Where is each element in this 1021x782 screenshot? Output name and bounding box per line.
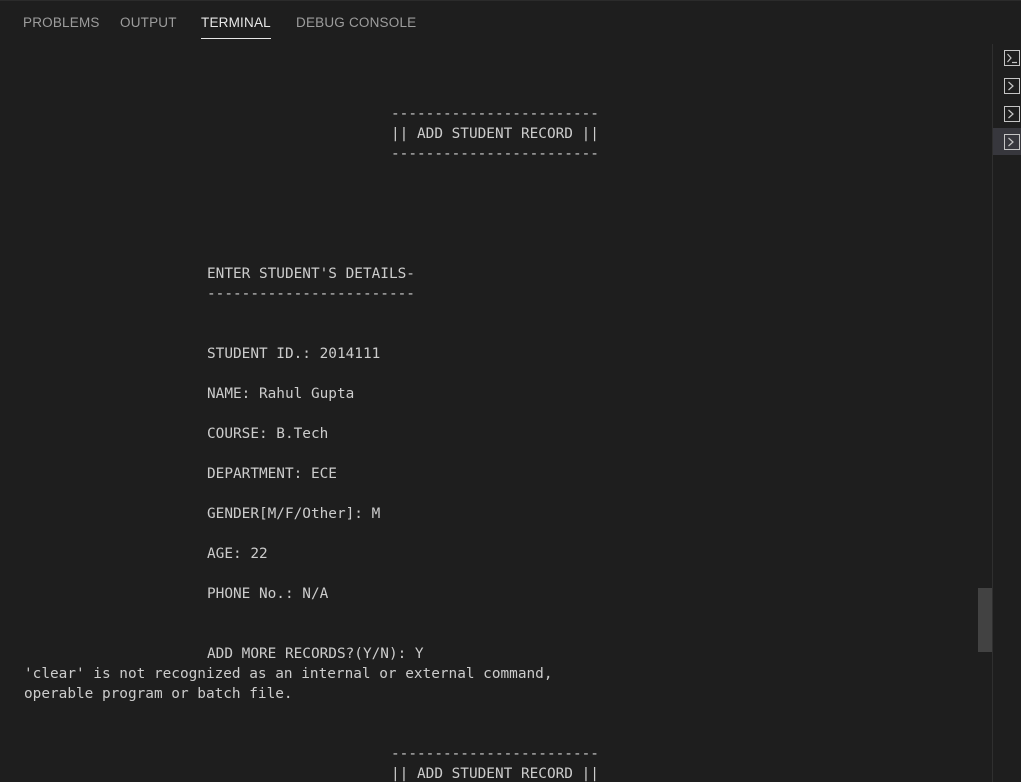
scrollbar-thumb[interactable] xyxy=(978,588,992,652)
details-heading: ENTER STUDENT'S DETAILS- xyxy=(207,266,415,282)
terminal-instance-3[interactable] xyxy=(993,100,1021,127)
add-more-prompt: ADD MORE RECORDS?(Y/N): Y xyxy=(207,646,424,662)
tab-debug-console[interactable]: DEBUG CONSOLE xyxy=(296,15,416,39)
terminal-scrollbar[interactable] xyxy=(978,44,992,782)
terminal-instance-2[interactable] xyxy=(993,72,1021,99)
details-rule: ------------------------ xyxy=(207,286,415,302)
terminal-instance-list xyxy=(992,44,1021,782)
field-gender: GENDER[M/F/Other]: M xyxy=(207,506,381,522)
error-line-1: 'clear' is not recognized as an internal… xyxy=(24,666,553,682)
terminal-output[interactable]: ------------------------ || ADD STUDENT … xyxy=(0,44,990,782)
field-phone: PHONE No.: N/A xyxy=(207,586,329,602)
field-name: NAME: Rahul Gupta xyxy=(207,386,355,402)
box-rule-top: ------------------------ xyxy=(391,106,599,122)
field-age: AGE: 22 xyxy=(207,546,268,562)
field-department: DEPARTMENT: ECE xyxy=(207,466,337,482)
field-course: COURSE: B.Tech xyxy=(207,426,329,442)
tab-output[interactable]: OUTPUT xyxy=(120,15,177,39)
terminal-instance-1[interactable] xyxy=(993,44,1021,71)
terminal-icon xyxy=(1004,50,1020,66)
error-line-2: operable program or batch file. xyxy=(24,686,293,702)
terminal-icon xyxy=(1004,78,1020,94)
panel-tab-bar: PROBLEMS OUTPUT TERMINAL DEBUG CONSOLE xyxy=(0,0,1021,45)
box-title: || ADD STUDENT RECORD || xyxy=(391,126,599,142)
tab-terminal[interactable]: TERMINAL xyxy=(201,15,271,39)
terminal-icon xyxy=(1004,106,1020,122)
field-student-id: STUDENT ID.: 2014111 xyxy=(207,346,381,362)
box-title-2: || ADD STUDENT RECORD || xyxy=(391,766,599,782)
terminal-icon xyxy=(1004,134,1020,150)
tab-problems[interactable]: PROBLEMS xyxy=(23,15,100,39)
terminal-instance-4[interactable] xyxy=(993,128,1021,155)
box-rule-bottom: ------------------------ xyxy=(391,146,599,162)
box-rule-top-2: ------------------------ xyxy=(391,746,599,762)
terminal-panel: PROBLEMS OUTPUT TERMINAL DEBUG CONSOLE -… xyxy=(0,0,1021,782)
